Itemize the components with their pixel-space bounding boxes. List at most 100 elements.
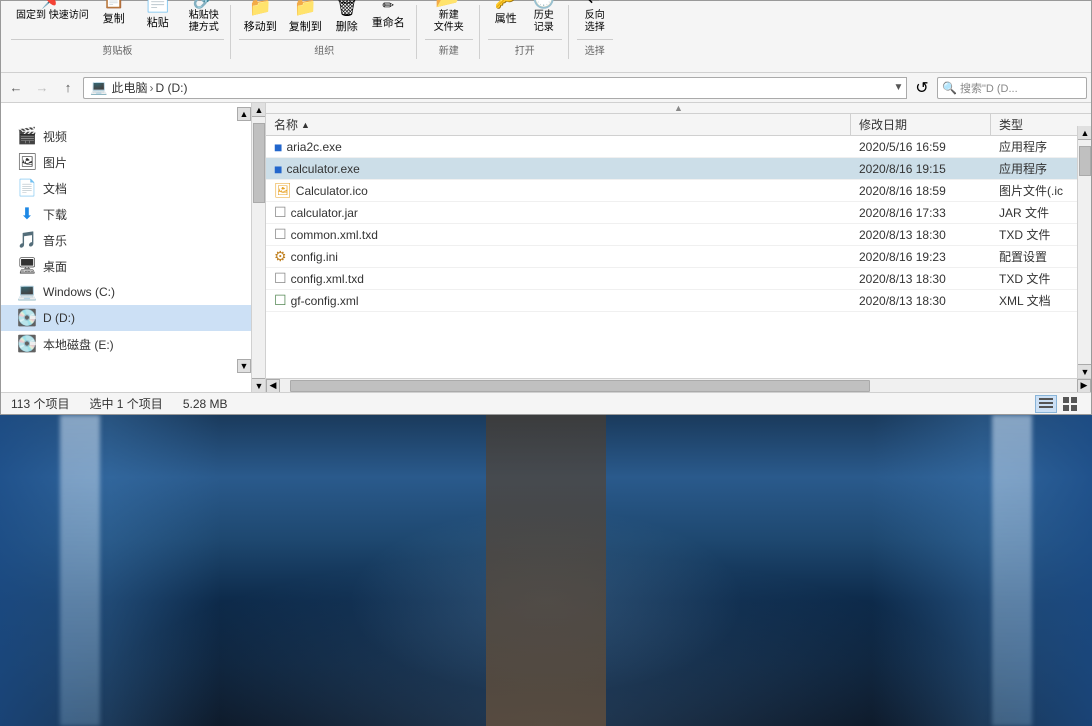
config-xml-txd-date: 2020/8/13 18:30 — [851, 272, 991, 286]
col-name-header[interactable]: 名称 ▲ — [266, 114, 851, 135]
sidebar-item-music[interactable]: 🎵 音乐 — [1, 227, 265, 253]
copy-to-icon: 📁 — [294, 0, 316, 16]
sidebar-item-documents-label: 文档 — [43, 180, 67, 197]
address-path-container[interactable]: 💻 此电脑 › D (D:) ▼ — [83, 77, 907, 99]
new-folder-button[interactable]: 📂 新建文件夹 — [425, 0, 473, 37]
file-name-config-ini: ⚙ config.ini — [266, 248, 851, 265]
sidebar-item-videos[interactable]: 🎬 视频 — [1, 123, 265, 149]
path-sep-1: › — [149, 81, 153, 95]
sidebar-scrollbar[interactable]: ▲ ▼ — [251, 103, 265, 392]
d-drive-icon: 💽 — [17, 308, 37, 328]
sidebar-scroll-top: ▲ — [1, 107, 265, 121]
selected-count: 选中 1 个项目 — [89, 395, 162, 412]
videos-icon: 🎬 — [17, 126, 37, 146]
delete-button[interactable]: 🗑 删除 — [329, 0, 365, 37]
sidebar-item-downloads[interactable]: ⬇ 下载 — [1, 201, 265, 227]
common-xml-txd-type: TXD 文件 — [991, 226, 1091, 243]
file-row-calculator-jar[interactable]: ☐ calculator.jar 2020/8/16 17:33 JAR 文件 — [266, 202, 1091, 224]
details-view-button[interactable] — [1035, 395, 1057, 413]
reverse-select-button[interactable]: ↩ 反向选择 — [577, 0, 613, 37]
open-buttons: 🔑 属性 🕐 历史记录 — [488, 0, 562, 37]
file-scroll-up-arrow[interactable]: ▲ — [1078, 126, 1091, 140]
address-path[interactable]: 💻 此电脑 › D (D:) — [83, 77, 891, 99]
aria2c-icon: ■ — [274, 139, 282, 155]
paste-button[interactable]: 📄 粘贴 — [134, 0, 182, 37]
water-right — [872, 415, 1092, 726]
config-ini-date: 2020/8/16 19:23 — [851, 250, 991, 264]
file-name-calculator-exe: ■ calculator.exe — [266, 161, 851, 177]
path-drive[interactable]: D (D:) — [155, 81, 187, 95]
properties-icon: 🔑 — [495, 0, 517, 8]
file-row-config-ini[interactable]: ⚙ config.ini 2020/8/16 19:23 配置设置 — [266, 246, 1091, 268]
common-xml-txd-name: common.xml.txd — [291, 228, 378, 242]
ribbon-group-select: ↩ 反向选择 选择 — [571, 5, 619, 59]
move-to-button[interactable]: 📁 移动到 — [239, 0, 282, 37]
file-row-aria2c[interactable]: ■ aria2c.exe 2020/5/16 16:59 应用程序 — [266, 136, 1091, 158]
calculator-ico-type: 图片文件(.ic — [991, 182, 1091, 199]
sidebar-item-windows-c[interactable]: 💻 Windows (C:) — [1, 279, 265, 305]
search-placeholder: 搜索"D (D... — [960, 80, 1018, 96]
sidebar-item-local-e[interactable]: 💽 本地磁盘 (E:) — [1, 331, 265, 357]
large-icons-view-button[interactable] — [1059, 395, 1081, 413]
waterfall-left — [60, 415, 100, 726]
col-type-header[interactable]: 类型 — [991, 114, 1091, 135]
col-date-header[interactable]: 修改日期 — [851, 114, 991, 135]
path-computer[interactable]: 此电脑 — [111, 79, 147, 96]
pin-button[interactable]: 📌 固定到 快速访问 — [11, 0, 94, 37]
music-icon: 🎵 — [17, 230, 37, 250]
rename-button[interactable]: ✏ 重命名 — [367, 0, 410, 37]
sidebar-scroll-bottom: ▼ — [1, 359, 265, 373]
ribbon-group-new: 📂 新建文件夹 新建 — [419, 5, 480, 59]
copy-to-label: 复制到 — [289, 18, 322, 34]
sidebar-item-desktop[interactable]: 🖥 桌面 — [1, 253, 265, 279]
back-button[interactable]: ← — [5, 77, 27, 99]
horizontal-scrollbar[interactable]: ◀ ▶ — [266, 378, 1091, 392]
file-row-calculator-ico[interactable]: 🖼 Calculator.ico 2020/8/16 18:59 图片文件(.i… — [266, 180, 1091, 202]
properties-button[interactable]: 🔑 属性 — [488, 0, 524, 37]
file-row-common-xml-txd[interactable]: ☐ common.xml.txd 2020/8/13 18:30 TXD 文件 — [266, 224, 1091, 246]
sidebar-item-pictures[interactable]: 🖼 图片 — [1, 149, 265, 175]
h-scroll-right-arrow[interactable]: ▶ — [1077, 379, 1091, 393]
h-scrollbar-thumb[interactable] — [290, 380, 870, 392]
sidebar-item-d-drive[interactable]: 💽 D (D:) — [1, 305, 265, 331]
move-to-icon: 📁 — [249, 0, 271, 16]
paste-shortcut-button[interactable]: 🔗 粘贴快捷方式 — [184, 0, 224, 37]
select-label: 选择 — [577, 39, 613, 57]
move-to-label: 移动到 — [244, 18, 277, 34]
file-row-config-xml-txd[interactable]: ☐ config.xml.txd 2020/8/13 18:30 TXD 文件 — [266, 268, 1091, 290]
aria2c-date: 2020/5/16 16:59 — [851, 140, 991, 154]
h-scroll-left-arrow[interactable]: ◀ — [266, 379, 280, 393]
calculator-jar-icon: ☐ — [274, 204, 287, 221]
file-scroll-down-arrow[interactable]: ▼ — [1078, 364, 1091, 378]
calculator-jar-type: JAR 文件 — [991, 204, 1091, 221]
sidebar-item-documents[interactable]: 📄 文档 — [1, 175, 265, 201]
local-e-icon: 💽 — [17, 334, 37, 354]
delete-icon: 🗑 — [335, 0, 358, 16]
search-box[interactable]: 🔍 搜索"D (D... — [937, 77, 1087, 99]
sidebar-scrollbar-thumb[interactable] — [253, 123, 265, 203]
h-scrollbar-track[interactable] — [280, 379, 1077, 393]
up-button[interactable]: ↑ — [57, 77, 79, 99]
refresh-button[interactable]: ↺ — [911, 77, 933, 99]
address-dropdown-arrow[interactable]: ▼ — [891, 77, 907, 99]
gf-config-xml-name: gf-config.xml — [291, 294, 359, 308]
sidebar-scroll-down-btn[interactable]: ▼ — [237, 359, 251, 373]
copy-to-button[interactable]: 📁 复制到 — [284, 0, 327, 37]
properties-label: 属性 — [495, 10, 517, 26]
sidebar-scroll-up-arrow[interactable]: ▲ — [252, 103, 266, 117]
rename-label: 重命名 — [372, 14, 405, 30]
gf-config-xml-type: XML 文档 — [991, 292, 1091, 309]
forward-button[interactable]: → — [31, 77, 53, 99]
file-row-gf-config-xml[interactable]: ☐ gf-config.xml 2020/8/13 18:30 XML 文档 — [266, 290, 1091, 312]
history-button[interactable]: 🕐 历史记录 — [526, 0, 562, 37]
sidebar-scroll-down-arrow[interactable]: ▼ — [252, 378, 266, 392]
file-list-header[interactable]: 名称 ▲ 修改日期 类型 — [266, 114, 1091, 136]
file-row-calculator-exe[interactable]: ■ calculator.exe 2020/8/16 19:15 应用程序 — [266, 158, 1091, 180]
file-scrollbar-thumb[interactable] — [1079, 146, 1091, 176]
select-buttons: ↩ 反向选择 — [577, 0, 613, 37]
sidebar-scroll-up-btn[interactable]: ▲ — [237, 107, 251, 121]
file-v-scrollbar[interactable]: ▲ ▼ — [1077, 126, 1091, 378]
content-area: ▲ 🎬 视频 🖼 图片 📄 文档 ⬇ 下载 — [1, 103, 1091, 392]
copy-button[interactable]: 📋 复制 — [96, 0, 132, 37]
file-list-scroll-top-indicator: ▲ — [266, 103, 1091, 114]
